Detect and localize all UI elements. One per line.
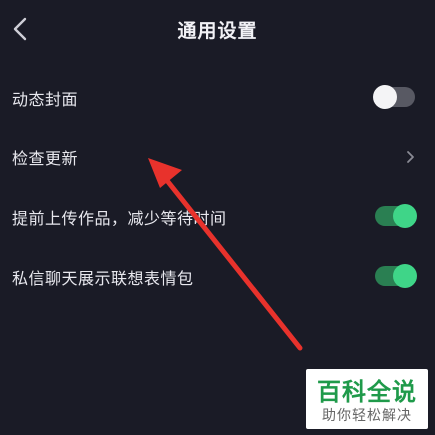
- setting-label: 检查更新: [12, 149, 79, 168]
- watermark-title: 百科全说: [317, 378, 417, 406]
- top-bar: 通用设置: [0, 0, 435, 58]
- toggle-knob: [393, 264, 417, 288]
- dynamic-cover-toggle[interactable]: [373, 85, 415, 109]
- setting-label: 私信聊天展示联想表情包: [12, 269, 194, 288]
- setting-check-update[interactable]: 检查更新: [0, 128, 435, 186]
- page-title: 通用设置: [177, 20, 258, 42]
- watermark-subtitle: 助你轻松解决: [322, 408, 412, 424]
- chevron-right-icon: [407, 151, 414, 163]
- emoji-suggest-toggle[interactable]: [375, 264, 417, 288]
- pre-upload-toggle[interactable]: [375, 204, 417, 228]
- setting-emoji-suggest[interactable]: 私信聊天展示联想表情包: [0, 248, 435, 306]
- toggle-knob: [373, 85, 397, 109]
- setting-label: 动态封面: [12, 90, 79, 109]
- watermark-logo: 百科全说 助你轻松解决: [306, 369, 428, 429]
- toggle-knob: [393, 204, 417, 228]
- setting-pre-upload[interactable]: 提前上传作品，减少等待时间: [0, 188, 435, 246]
- setting-label: 提前上传作品，减少等待时间: [12, 209, 227, 228]
- setting-dynamic-cover[interactable]: 动态封面: [0, 69, 435, 127]
